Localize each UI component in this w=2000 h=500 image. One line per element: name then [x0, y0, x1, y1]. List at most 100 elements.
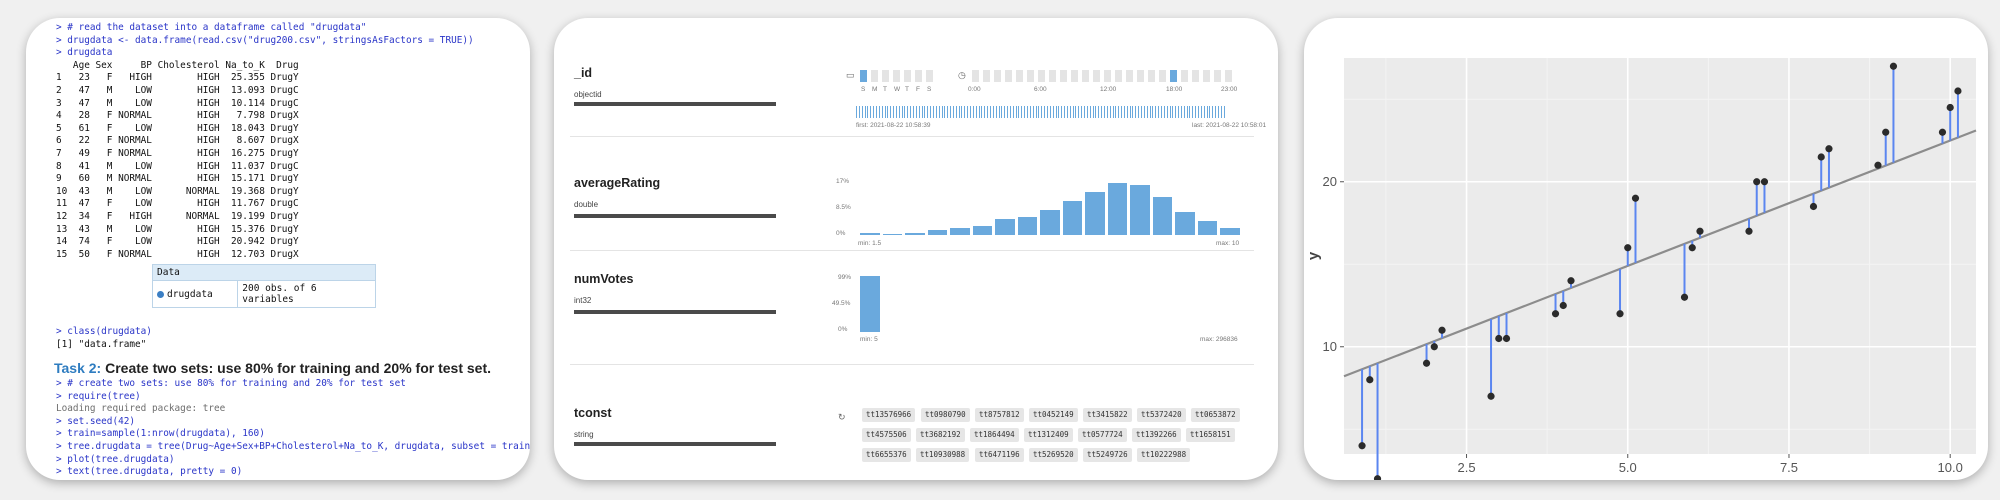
sample-value-chip: tt4575506 [862, 428, 911, 442]
data-point [1373, 475, 1382, 480]
data-row-drugdata[interactable]: drugdata 200 obs. of 6 variables [153, 281, 375, 307]
x-tick-label: 5.0 [1619, 460, 1637, 475]
sample-value-chip: tt13576966 [862, 408, 916, 422]
timeline-tick [1078, 106, 1080, 118]
histogram-bar [1062, 201, 1082, 235]
timeline-tick [1160, 106, 1162, 118]
data-point [1487, 392, 1495, 400]
timeline-tick [935, 106, 937, 118]
field-numvotes[interactable]: numVotes int32 99% 49.5% 0% min: 5 max: … [570, 250, 1254, 365]
timeline-tick [1089, 106, 1091, 118]
timeline-tick [1001, 106, 1003, 118]
timeline-tick [921, 106, 923, 118]
timeline-tick [875, 106, 877, 118]
field-name: numVotes [574, 272, 634, 286]
timeline-tick [975, 106, 977, 118]
hour-square [1093, 70, 1100, 82]
day-label: T [883, 86, 887, 93]
plot-panel: 2.55.07.510.01020x1y [1304, 18, 1988, 480]
field-tconst[interactable]: tconst string ↻ tt13576966 tt0980790 tt875… [570, 364, 1254, 474]
task-heading: Task 2: Create two sets: use 80% for tra… [54, 360, 491, 376]
console-line: 9 60 M NORMAL HIGH 15.171 DrugY [56, 173, 299, 185]
sample-value-chip: tt0980790 [921, 408, 970, 422]
sample-value-chip: tt5372420 [1137, 408, 1186, 422]
console-line: Age Sex BP Cholesterol Na_to_K Drug [56, 59, 299, 71]
data-point [1559, 301, 1567, 310]
timeline-tick [1072, 106, 1074, 118]
timeline-tick [1212, 106, 1214, 118]
timeline-tick [932, 106, 934, 118]
field-type: double [574, 200, 599, 209]
timeline-tick [1123, 106, 1125, 118]
histogram-bar [1107, 183, 1127, 235]
timeline-tick [1081, 106, 1083, 118]
timeline-tick [958, 106, 960, 118]
data-point [1624, 244, 1632, 252]
sample-value-chip: tt8757812 [975, 408, 1024, 422]
data-point [1874, 161, 1882, 169]
sample-value-chip: tt3415822 [1083, 408, 1132, 422]
timeline-tick [1004, 106, 1006, 118]
hour-square [1137, 70, 1144, 82]
timeline-tick [964, 106, 966, 118]
timeline-tick [1086, 106, 1088, 118]
y-tick-top: 17% [836, 178, 850, 185]
day-square [882, 70, 889, 82]
hour-square [983, 70, 990, 82]
timeline-tick [1135, 106, 1137, 118]
console-line: > require(tree) [56, 390, 141, 402]
console-line: 14 74 F LOW HIGH 20.942 DrugY [56, 236, 299, 248]
timeline-tick [1084, 106, 1085, 118]
timeline-tick [992, 106, 994, 118]
min-label: min: 1.5 [858, 240, 882, 247]
timeline-tick [910, 106, 912, 118]
timeline-tick [950, 106, 952, 118]
sample-value-chip: tt6655376 [862, 448, 911, 462]
timeline-tick [1012, 106, 1014, 118]
dataset-icon [157, 290, 164, 298]
console-line: > class(drugdata) [56, 326, 152, 337]
refresh-icon[interactable]: ↻ [838, 412, 846, 423]
hour-square [1038, 70, 1045, 82]
field-averagerating[interactable]: averageRating double 17% 8.5% 0% min: 1.… [570, 136, 1254, 251]
timeline-tick [1032, 106, 1034, 118]
timeline-tick [995, 106, 997, 118]
field-type-bar [574, 214, 776, 218]
hour-square [1115, 70, 1122, 82]
r-console-panel: > # read the dataset into a dataframe ca… [26, 18, 530, 480]
first-timestamp: first: 2021-08-22 10:58:39 [856, 122, 931, 129]
timeline-tick [947, 106, 949, 118]
histogram-bar [950, 228, 970, 235]
hour-label: 12:00 [1100, 86, 1117, 93]
sample-value-chip: tt1392266 [1132, 428, 1181, 442]
timeline-tick [1106, 106, 1108, 118]
field-type-bar [574, 310, 776, 314]
data-point [1809, 202, 1818, 211]
field-id[interactable]: _id objectid ▭ ◷ SMTWTFS 0:00 6:00 12:00 18… [570, 26, 1266, 137]
day-label: S [861, 86, 866, 93]
timeline-tick [1175, 106, 1177, 118]
max-label: max: 296836 [1200, 336, 1238, 343]
histogram-bar [1017, 216, 1037, 235]
dataset-name: drugdata [167, 288, 213, 300]
data-point [1817, 153, 1825, 161]
sample-value-chip: tt10930988 [916, 448, 970, 462]
console-line: 8 41 M LOW HIGH 11.037 DrugC [56, 160, 299, 172]
data-point [1938, 128, 1947, 136]
timeline-tick [967, 106, 969, 118]
x-tick-label: 2.5 [1457, 460, 1475, 475]
timeline-tick [878, 106, 880, 118]
data-point [1760, 178, 1769, 186]
timeline-tick [930, 106, 932, 118]
field-name: _id [574, 66, 593, 80]
hour-square [1181, 70, 1188, 82]
timeline-tick [901, 106, 903, 118]
console-output-top: > # read the dataset into a dataframe ca… [56, 22, 474, 261]
day-square [904, 70, 911, 82]
timeline-tick [1132, 106, 1134, 118]
console-line: > text(tree.drugdata, pretty = 0) [56, 466, 243, 478]
timeline-tick [1220, 106, 1222, 118]
day-label: S [927, 86, 932, 93]
timeline-tick [918, 106, 920, 118]
timeline-tick [861, 106, 863, 118]
